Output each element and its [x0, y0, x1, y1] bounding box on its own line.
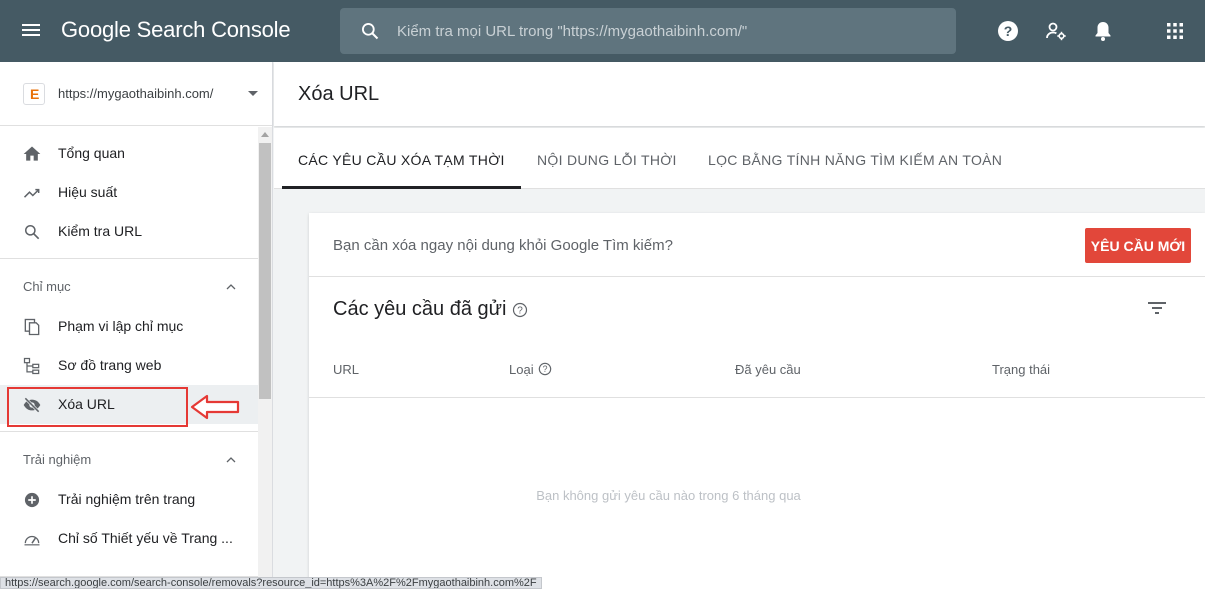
property-url: https://mygaothaibinh.com/: [58, 86, 214, 101]
sidebar-item-core-web-vitals[interactable]: Chỉ số Thiết yếu về Trang ...: [0, 519, 258, 558]
manage-users-icon[interactable]: [1044, 19, 1068, 43]
svg-text:?: ?: [543, 364, 548, 374]
section-index-header[interactable]: Chỉ mục: [0, 272, 258, 302]
copy-icon: [24, 318, 40, 336]
svg-text:?: ?: [517, 306, 523, 317]
property-selector[interactable]: E https://mygaothaibinh.com/: [0, 62, 272, 126]
sidebar-item-coverage[interactable]: Phạm vi lập chỉ mục: [0, 307, 258, 346]
search-placeholder: Kiểm tra mọi URL trong "https://mygaotha…: [397, 23, 748, 40]
sidebar: E https://mygaothaibinh.com/ Tổng quan H…: [0, 62, 273, 589]
column-header-requested[interactable]: Đã yêu cầu: [735, 362, 801, 377]
app-logo[interactable]: Google Search Console: [61, 17, 291, 43]
chevron-up-icon: [226, 457, 236, 463]
submitted-requests-title: Các yêu cầu đã gửi: [333, 298, 507, 320]
menu-icon[interactable]: [22, 21, 44, 41]
sidebar-item-url-inspection[interactable]: Kiểm tra URL: [0, 212, 258, 251]
help-outline-icon[interactable]: ?: [512, 302, 528, 318]
apps-icon[interactable]: [1163, 19, 1187, 43]
column-header-status[interactable]: Trạng thái: [992, 362, 1050, 377]
active-tab-indicator: [282, 186, 521, 189]
page-header: Xóa URL: [274, 62, 1205, 126]
section-experience-header[interactable]: Trải nghiệm: [0, 445, 258, 475]
sidebar-divider: [0, 431, 258, 432]
top-app-bar: Google Search Console Kiểm tra mọi URL t…: [0, 0, 1205, 62]
sidebar-item-sitemaps[interactable]: Sơ đồ trang web: [0, 346, 258, 385]
annotation-arrow-icon: [190, 394, 240, 420]
tab-outdated-content[interactable]: NỘI DUNG LỖI THỜI: [537, 152, 677, 168]
scroll-up-arrow-icon[interactable]: [261, 132, 269, 137]
property-favicon: E: [23, 83, 45, 105]
sidebar-item-overview[interactable]: Tổng quan: [0, 134, 258, 173]
filter-icon[interactable]: [1146, 298, 1168, 318]
sidebar-item-page-experience[interactable]: Trải nghiệm trên trang: [0, 480, 258, 519]
browser-status-url: https://search.google.com/search-console…: [0, 577, 542, 589]
tab-safesearch-filtering[interactable]: LỌC BẰNG TÍNH NĂNG TÌM KIẾM AN TOÀN: [708, 152, 1002, 168]
table-header-divider: [309, 397, 1205, 398]
column-header-url[interactable]: URL: [333, 362, 359, 377]
card-divider: [309, 276, 1205, 277]
sitemap-icon: [23, 357, 40, 375]
tab-bar: CÁC YÊU CẦU XÓA TẠM THỜI NỘI DUNG LỖI TH…: [274, 128, 1205, 189]
add-circle-icon: [24, 492, 40, 508]
scrollbar-thumb[interactable]: [259, 143, 271, 399]
search-icon: [362, 23, 379, 40]
help-outline-icon[interactable]: ?: [538, 362, 552, 376]
removal-prompt-text: Bạn cần xóa ngay nội dung khỏi Google Tì…: [333, 237, 673, 254]
empty-state-message: Bạn không gửi yêu cầu nào trong 6 tháng …: [536, 488, 801, 503]
sidebar-scrollbar[interactable]: [258, 127, 272, 589]
url-inspect-search[interactable]: Kiểm tra mọi URL trong "https://mygaotha…: [340, 8, 956, 54]
caret-down-icon: [248, 91, 258, 96]
help-icon[interactable]: ?: [996, 19, 1020, 43]
search-icon: [25, 225, 40, 240]
tab-temporary-removals[interactable]: CÁC YÊU CẦU XÓA TẠM THỜI: [298, 152, 505, 168]
page-title: Xóa URL: [298, 83, 380, 105]
chevron-up-icon: [226, 284, 236, 290]
removals-card: Bạn cần xóa ngay nội dung khỏi Google Tì…: [309, 213, 1205, 589]
notifications-icon[interactable]: [1091, 19, 1115, 43]
column-header-type[interactable]: Loại: [509, 362, 534, 377]
new-request-button[interactable]: YÊU CẦU MỚI: [1085, 228, 1191, 263]
sidebar-item-performance[interactable]: Hiệu suất: [0, 173, 258, 212]
speed-icon: [24, 535, 40, 546]
home-icon: [23, 146, 41, 161]
svg-text:?: ?: [1004, 23, 1013, 39]
annotation-highlight-box: [7, 387, 188, 427]
sidebar-divider: [0, 258, 258, 259]
trending-up-icon: [23, 188, 40, 198]
